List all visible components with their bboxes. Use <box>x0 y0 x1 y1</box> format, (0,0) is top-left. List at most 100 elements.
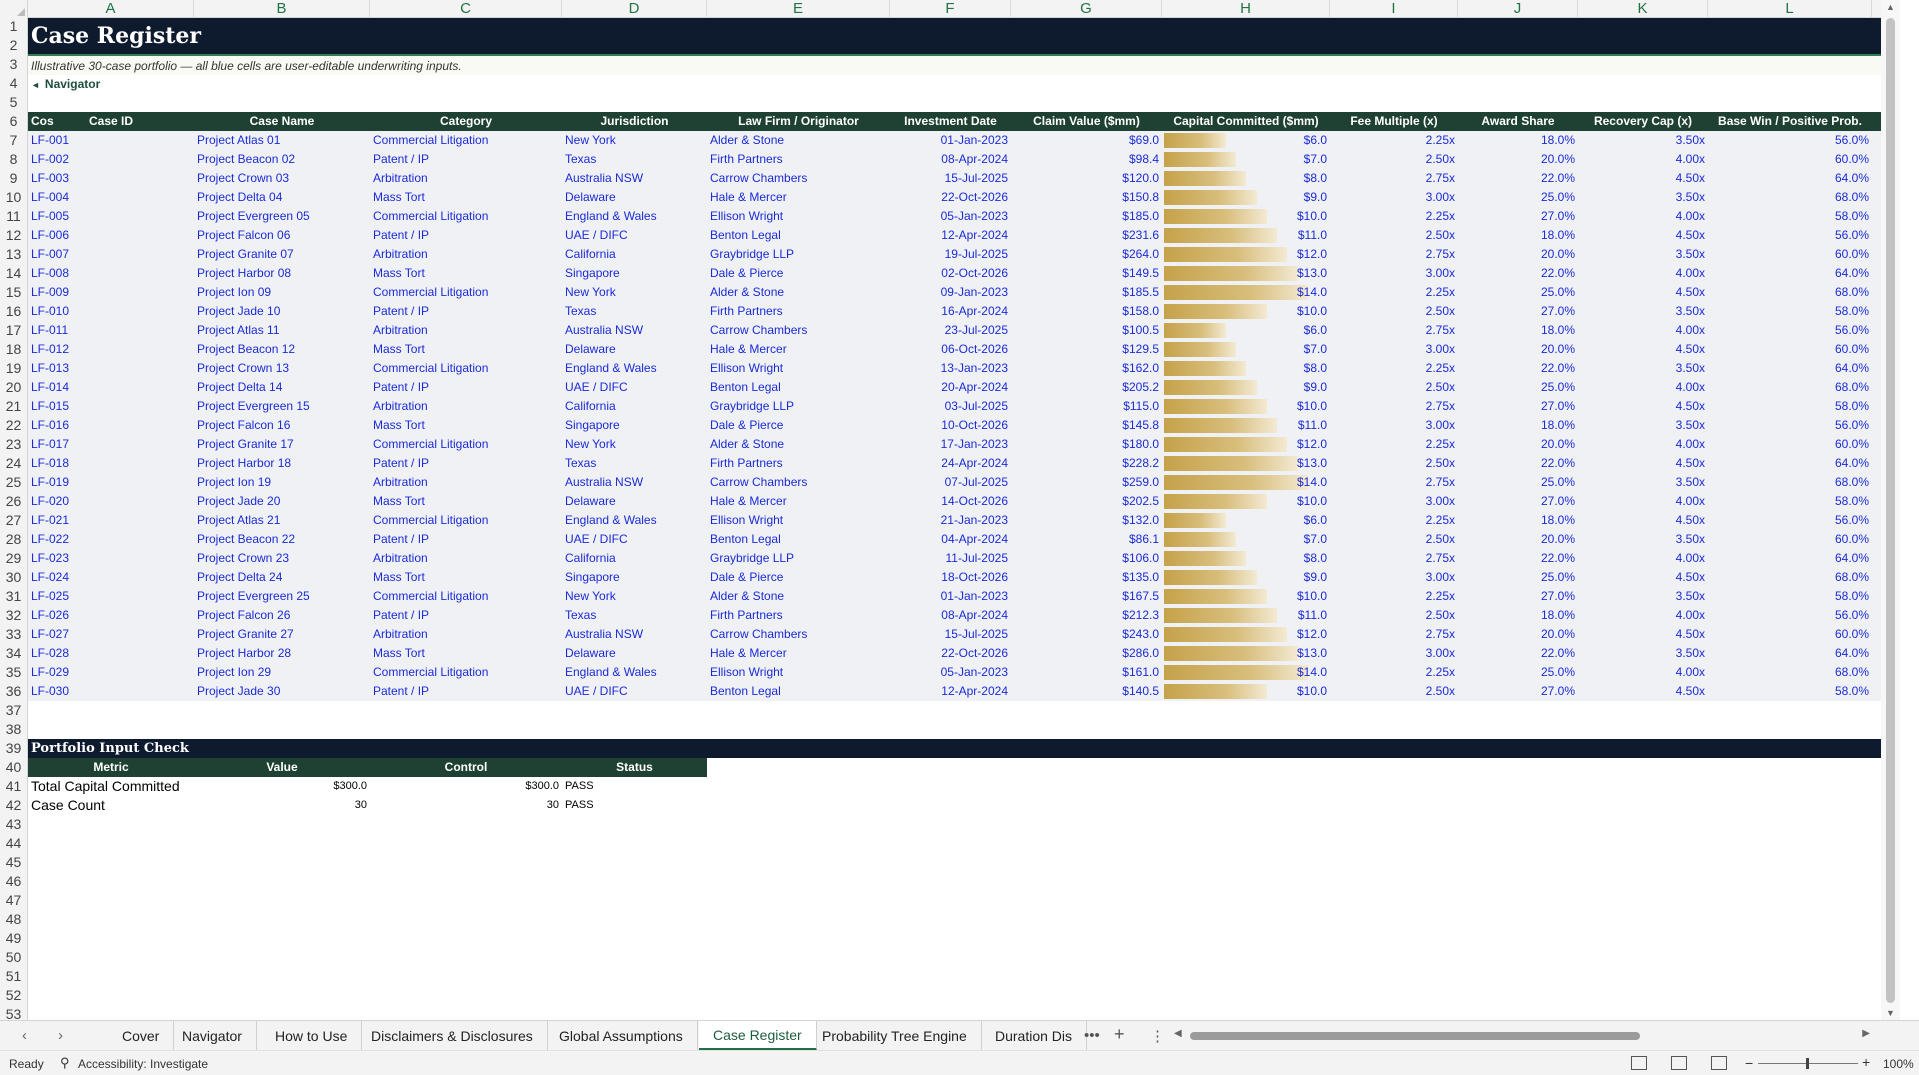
cell-date[interactable]: 15-Jul-2025 <box>890 625 1011 644</box>
cell-award[interactable]: 22.0% <box>1458 264 1578 283</box>
cell-fee[interactable]: 3.00x <box>1330 568 1458 587</box>
cell-fee[interactable]: 2.25x <box>1330 131 1458 150</box>
cell-prob[interactable]: 68.0% <box>1708 283 1872 302</box>
cell-jurisdiction[interactable]: Delaware <box>562 188 707 207</box>
cell-name[interactable]: Project Granite 27 <box>194 625 370 644</box>
cell-claim[interactable]: $161.0 <box>1011 663 1162 682</box>
cell-firm[interactable]: Graybridge LLP <box>707 397 890 416</box>
check-column-heading[interactable]: Control <box>370 758 562 777</box>
cell-date[interactable]: 17-Jan-2023 <box>890 435 1011 454</box>
cell-date[interactable]: 16-Apr-2024 <box>890 302 1011 321</box>
spreadsheet-grid[interactable]: ABCDEFGHIJKL 1 2 3 4 5 6 7 8 9 10 11 12 13 14 15 16 17 18… <box>0 0 1900 1020</box>
cell-id[interactable]: LF-028 <box>28 644 194 663</box>
row-header[interactable]: 49 <box>0 929 28 948</box>
cell-id[interactable]: LF-003 <box>28 169 194 188</box>
cell-capital[interactable]: $7.0 <box>1162 340 1330 359</box>
cell-claim[interactable]: $106.0 <box>1011 549 1162 568</box>
tab-case-register[interactable]: Case Register <box>699 1021 817 1051</box>
row-header[interactable]: 1 <box>0 18 28 36</box>
cell-category[interactable]: Mass Tort <box>370 492 562 511</box>
row-header[interactable]: 37 <box>0 701 28 720</box>
cell-prob[interactable]: 68.0% <box>1708 378 1872 397</box>
cell-category[interactable]: Commercial Litigation <box>370 207 562 226</box>
cell-date[interactable]: 08-Apr-2024 <box>890 150 1011 169</box>
cell-capital[interactable]: $13.0 <box>1162 644 1330 663</box>
cell-capital[interactable]: $14.0 <box>1162 473 1330 492</box>
row-header[interactable]: 36 <box>0 682 28 701</box>
cell-id[interactable]: LF-004 <box>28 188 194 207</box>
cell-award[interactable]: 22.0% <box>1458 454 1578 473</box>
cell-name[interactable]: Project Atlas 11 <box>194 321 370 340</box>
cell-category[interactable]: Arbitration <box>370 169 562 188</box>
cell-prob[interactable]: 56.0% <box>1708 321 1872 340</box>
column-header-c[interactable]: C <box>370 0 562 18</box>
cell-jurisdiction[interactable]: Australia NSW <box>562 169 707 188</box>
cell-cap[interactable]: 4.00x <box>1578 606 1708 625</box>
cell-capital[interactable]: $12.0 <box>1162 625 1330 644</box>
row-header[interactable]: 12 <box>0 226 28 245</box>
row-header[interactable]: 43 <box>0 815 28 834</box>
cell-firm[interactable]: Dale & Pierce <box>707 568 890 587</box>
cell-award[interactable]: 27.0% <box>1458 397 1578 416</box>
row-header[interactable]: 17 <box>0 321 28 340</box>
cell-prob[interactable]: 68.0% <box>1708 473 1872 492</box>
cell-category[interactable]: Patent / IP <box>370 606 562 625</box>
horizontal-scrollbar[interactable]: ◀ ▶ <box>1172 1028 1872 1041</box>
cell-firm[interactable]: Firth Partners <box>707 606 890 625</box>
cell-claim[interactable]: $231.6 <box>1011 226 1162 245</box>
row-header[interactable]: 28 <box>0 530 28 549</box>
cell-date[interactable]: 01-Jan-2023 <box>890 131 1011 150</box>
cell-name[interactable]: Project Evergreen 05 <box>194 207 370 226</box>
tab-probability-tree-engine[interactable]: Probability Tree Engine <box>808 1021 982 1051</box>
cell-award[interactable]: 25.0% <box>1458 663 1578 682</box>
cell-id[interactable]: LF-029 <box>28 663 194 682</box>
cell-name[interactable]: Project Delta 04 <box>194 188 370 207</box>
vertical-scrollbar[interactable]: ▲ ▼ <box>1881 0 1900 1020</box>
chevron-left-icon[interactable]: ‹ <box>22 1027 27 1044</box>
cell-claim[interactable]: $212.3 <box>1011 606 1162 625</box>
row-header[interactable]: 3 <box>0 55 28 74</box>
cell-fee[interactable]: 2.50x <box>1330 378 1458 397</box>
cell-fee[interactable]: 2.50x <box>1330 682 1458 701</box>
cell-prob[interactable]: 68.0% <box>1708 568 1872 587</box>
page-break-view-icon[interactable] <box>1711 1056 1727 1070</box>
cell-award[interactable]: 18.0% <box>1458 511 1578 530</box>
column-heading[interactable]: Recovery Cap (x) <box>1578 112 1708 131</box>
column-header-g[interactable]: G <box>1011 0 1162 18</box>
cell-prob[interactable]: 60.0% <box>1708 530 1872 549</box>
cell-category[interactable]: Commercial Litigation <box>370 283 562 302</box>
cell-capital[interactable]: $12.0 <box>1162 435 1330 454</box>
cell-award[interactable]: 27.0% <box>1458 492 1578 511</box>
cell-category[interactable]: Arbitration <box>370 473 562 492</box>
cell-jurisdiction[interactable]: UAE / DIFC <box>562 226 707 245</box>
cell-award[interactable]: 25.0% <box>1458 473 1578 492</box>
cell-claim[interactable]: $167.5 <box>1011 587 1162 606</box>
cell-jurisdiction[interactable]: Delaware <box>562 340 707 359</box>
row-header[interactable]: 29 <box>0 549 28 568</box>
cell-award[interactable]: 22.0% <box>1458 359 1578 378</box>
cell-capital[interactable]: $7.0 <box>1162 150 1330 169</box>
cell-date[interactable]: 14-Oct-2026 <box>890 492 1011 511</box>
cell-cap[interactable]: 3.50x <box>1578 416 1708 435</box>
cell-date[interactable]: 06-Oct-2026 <box>890 340 1011 359</box>
cell-award[interactable]: 25.0% <box>1458 378 1578 397</box>
cell-id[interactable]: LF-025 <box>28 587 194 606</box>
cell-name[interactable]: Project Ion 09 <box>194 283 370 302</box>
cell-cap[interactable]: 4.00x <box>1578 321 1708 340</box>
cell-cap[interactable]: 4.50x <box>1578 511 1708 530</box>
column-header-h[interactable]: H <box>1162 0 1330 18</box>
check-cell-value[interactable]: 30 <box>194 796 370 815</box>
row-header[interactable]: 50 <box>0 948 28 967</box>
cell-id[interactable]: LF-015 <box>28 397 194 416</box>
cell-prob[interactable]: 64.0% <box>1708 264 1872 283</box>
check-column-heading[interactable]: Metric <box>28 758 194 777</box>
cell-id[interactable]: LF-017 <box>28 435 194 454</box>
row-header[interactable]: 15 <box>0 283 28 302</box>
cell-cap[interactable]: 3.50x <box>1578 530 1708 549</box>
cell-firm[interactable]: Benton Legal <box>707 682 890 701</box>
row-header[interactable]: 48 <box>0 910 28 929</box>
cell-claim[interactable]: $180.0 <box>1011 435 1162 454</box>
row-header[interactable]: 24 <box>0 454 28 473</box>
cell-award[interactable]: 18.0% <box>1458 606 1578 625</box>
cell-claim[interactable]: $259.0 <box>1011 473 1162 492</box>
